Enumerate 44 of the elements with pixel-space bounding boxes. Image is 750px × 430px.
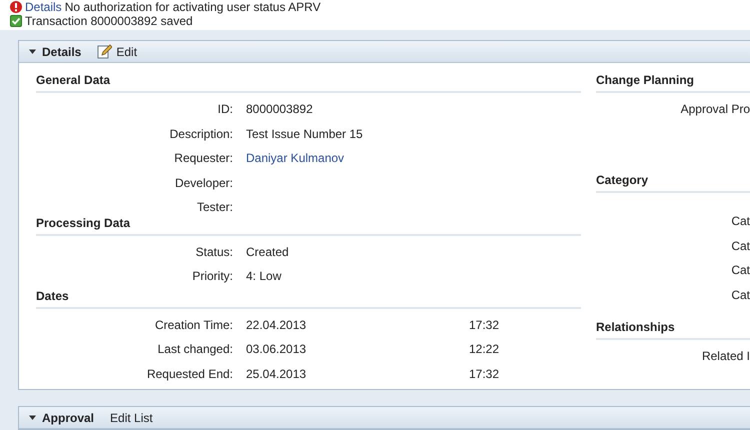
time-value: 17:32 bbox=[469, 366, 500, 381]
caret-down-icon bbox=[29, 414, 36, 421]
field-label: Last changed: bbox=[156, 342, 233, 356]
field-label: Cat bbox=[731, 214, 750, 228]
message-text: No authorization for activating user status APRV bbox=[64, 0, 321, 14]
approval-toggle[interactable]: Approval bbox=[29, 410, 94, 424]
field-label: Status: bbox=[194, 244, 233, 259]
section-title: Category bbox=[596, 169, 750, 193]
field-label: Tester: bbox=[196, 200, 233, 214]
field-label: Requested End: bbox=[146, 366, 233, 381]
field-label: Requester: bbox=[173, 151, 233, 166]
field-value: 22.04.2013 bbox=[246, 318, 308, 332]
message-text: Transaction 8000003892 saved bbox=[25, 14, 193, 28]
field-label: Approval Pro bbox=[680, 102, 750, 116]
field-label: Description: bbox=[168, 126, 233, 141]
field-label: Cat bbox=[731, 238, 750, 253]
section-title: Relationships bbox=[596, 316, 750, 340]
time-value: 17:32 bbox=[469, 318, 500, 332]
section-title: General Data bbox=[36, 69, 581, 93]
edit-button[interactable]: Edit bbox=[97, 44, 138, 59]
requester-link[interactable]: Daniyar Kulmanov bbox=[246, 151, 456, 166]
field-label: ID: bbox=[216, 102, 233, 116]
field-value: Test Issue Number 15 bbox=[246, 126, 364, 141]
edit-list-button[interactable]: Edit List bbox=[110, 410, 153, 424]
field-label: Developer: bbox=[174, 176, 233, 190]
field-value: Created bbox=[246, 244, 290, 259]
check-icon bbox=[10, 15, 22, 27]
time-value: 12:22 bbox=[469, 342, 500, 356]
field-label: Cat bbox=[731, 263, 750, 278]
section-title: Processing Data bbox=[36, 212, 581, 236]
section-title: Dates bbox=[36, 284, 581, 309]
details-toggle[interactable]: Details bbox=[29, 44, 82, 58]
pencil-on-paper-icon bbox=[97, 44, 112, 59]
details-link[interactable]: Details bbox=[25, 0, 62, 14]
caret-down-icon bbox=[29, 48, 36, 55]
field-label: Related I bbox=[702, 349, 750, 364]
field-label: Creation Time: bbox=[154, 318, 233, 332]
field-label: Cat bbox=[731, 288, 750, 302]
field-label: Priority: bbox=[191, 269, 233, 284]
section-title: Change Planning bbox=[596, 69, 750, 93]
field-value: 4: Low bbox=[246, 269, 282, 284]
field-value: 03.06.2013 bbox=[246, 342, 308, 356]
field-value: 8000003892 bbox=[246, 102, 314, 116]
field-value: 25.04.2013 bbox=[246, 366, 308, 381]
